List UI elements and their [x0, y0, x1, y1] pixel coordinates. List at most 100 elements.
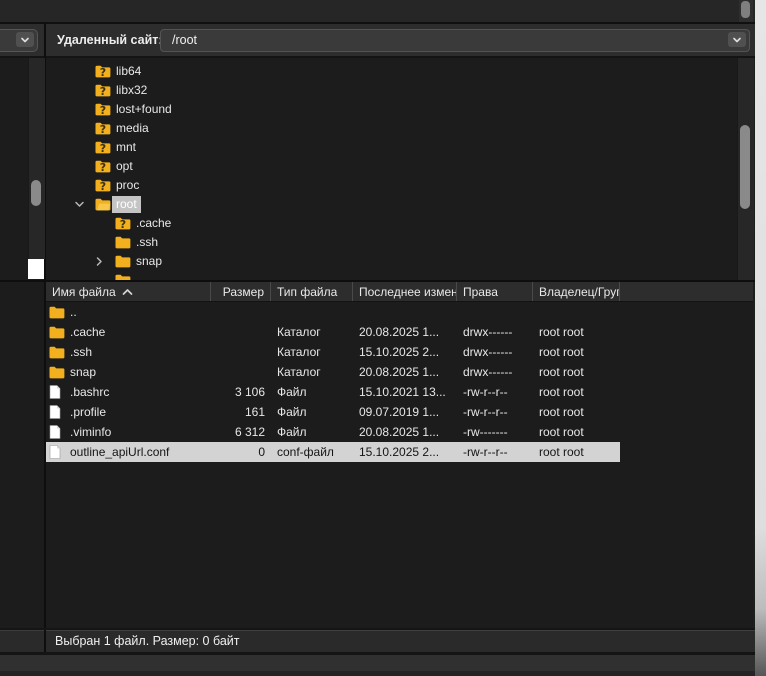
column-header-5[interactable]: Права	[457, 282, 533, 301]
remote-path-combobox[interactable]: /root	[160, 29, 750, 52]
chevron-down-icon	[732, 33, 742, 47]
selection-status-text: Выбран 1 файл. Размер: 0 байт	[55, 634, 240, 648]
folder-icon	[49, 305, 65, 319]
sort-ascending-icon	[122, 288, 133, 296]
file-name-cell: .ssh	[46, 345, 211, 359]
file-owner-cell: root root	[539, 365, 584, 379]
file-name-cell: .viminfo	[46, 425, 211, 439]
column-header-4[interactable]: Последнее измен	[353, 282, 457, 301]
file-row-outline_apiUrl.conf[interactable]: outline_apiUrl.conf 0 conf-файл 15.10.2025 …	[46, 442, 620, 462]
column-header-2[interactable]: Размер	[211, 282, 271, 301]
file-size-cell: 161	[244, 405, 265, 419]
file-row-.profile[interactable]: .profile 161 Файл 09.07.2019 1... -rw-r--r--…	[46, 402, 620, 422]
column-header-label: Имя файла	[52, 284, 116, 299]
local-tree-scrollbar[interactable]	[28, 58, 45, 259]
file-modified-cell: 20.08.2025 1...	[359, 425, 440, 439]
column-header-filler	[620, 282, 753, 301]
file-type-cell: Каталог	[277, 325, 321, 339]
file-perms-cell: drwx------	[463, 325, 513, 339]
file-size-cell: 6 312	[234, 425, 265, 439]
file-icon	[49, 385, 65, 399]
folder-question-icon: ?	[95, 84, 111, 98]
local-path-combobox-partial[interactable]	[0, 29, 38, 52]
svg-text:?: ?	[120, 218, 126, 230]
tree-item-mnt[interactable]: ? mnt	[46, 138, 753, 157]
file-row-snap[interactable]: snap Каталог 20.08.2025 1... drwx------ root…	[46, 362, 620, 382]
folder-question-icon: ?	[115, 217, 131, 231]
tree-item-proc[interactable]: ? proc	[46, 176, 753, 195]
tree-item-root[interactable]: root	[46, 195, 753, 214]
file-row-.ssh[interactable]: .ssh Каталог 15.10.2025 2... drwx------ root…	[46, 342, 620, 362]
file-type-cell: Файл	[277, 385, 307, 399]
tree-item-clipped[interactable]	[46, 271, 753, 280]
column-header-6[interactable]: Владелец/Груп	[533, 282, 620, 301]
file-perms-cell: -rw-r--r--	[463, 445, 508, 459]
remote-status-bar: Выбран 1 файл. Размер: 0 байт	[46, 630, 755, 653]
file-name-text: .profile	[70, 405, 107, 419]
file-modified-cell: 15.10.2025 2...	[359, 445, 440, 459]
column-header-3[interactable]: Тип файла	[271, 282, 353, 301]
file-icon	[49, 445, 65, 459]
file-name-text: ..	[70, 305, 77, 319]
tree-item-label: .cache	[136, 216, 172, 230]
tree-item-opt[interactable]: ? opt	[46, 157, 753, 176]
tree-item-label: libx32	[116, 83, 148, 97]
remote-directory-tree: ? lib64? libx32 ? lost+found? media? mnt? opt ? p…	[46, 58, 753, 280]
filezilla-remote-panel: Удаленный сайт: /root ? lib64? libx32 ? lost…	[0, 0, 766, 676]
tree-item-.ssh[interactable]: .ssh	[46, 233, 753, 252]
file-name-cell: .bashrc	[46, 385, 211, 399]
file-name-text: snap	[70, 365, 97, 379]
file-name-text: .cache	[70, 325, 106, 339]
chevron-right-icon[interactable]	[93, 256, 105, 268]
message-log-scrollbar-thumb[interactable]	[741, 1, 750, 18]
file-name-text: .ssh	[70, 345, 93, 359]
remote-site-label: Удаленный сайт:	[57, 33, 163, 47]
local-status-bar-partial	[0, 630, 44, 653]
file-name-cell: outline_apiUrl.conf	[46, 445, 211, 459]
folder-question-icon: ?	[95, 141, 111, 155]
column-header-label: Владелец/Груп	[539, 284, 620, 299]
file-modified-cell: 09.07.2019 1...	[359, 405, 440, 419]
column-header-1[interactable]: Имя файла	[46, 282, 211, 301]
file-name-cell: ..	[46, 305, 211, 319]
svg-text:?: ?	[100, 66, 106, 78]
tree-item-media[interactable]: ? media	[46, 119, 753, 138]
tree-item-snap[interactable]: snap	[46, 252, 753, 271]
svg-text:?: ?	[100, 180, 106, 192]
remote-path-dropdown-button[interactable]	[728, 32, 746, 47]
file-row-.viminfo[interactable]: .viminfo 6 312 Файл 20.08.2025 1... -rw-----…	[46, 422, 620, 442]
file-icon	[49, 425, 65, 439]
chevron-down-icon[interactable]	[73, 199, 85, 211]
svg-text:?: ?	[100, 123, 106, 135]
folder-icon	[49, 325, 65, 339]
file-perms-cell: drwx------	[463, 365, 513, 379]
tree-item-lib64[interactable]: ? lib64	[46, 62, 753, 81]
folder-question-icon: ?	[95, 160, 111, 174]
column-header-label: Права	[463, 284, 498, 299]
file-size-cell: 3 106	[234, 385, 265, 399]
file-owner-cell: root root	[539, 345, 584, 359]
folder-icon	[49, 345, 65, 359]
file-modified-cell: 15.10.2021 13...	[359, 385, 446, 399]
chevron-down-icon	[20, 33, 30, 47]
local-tree-scrollbar-thumb[interactable]	[31, 180, 41, 206]
file-type-cell: Файл	[277, 425, 307, 439]
file-row-.cache[interactable]: .cache Каталог 20.08.2025 1... drwx------ ro…	[46, 322, 620, 342]
tree-item-libx32[interactable]: ? libx32	[46, 81, 753, 100]
local-path-dropdown-button[interactable]	[16, 32, 34, 47]
column-header-label: Размер	[222, 284, 264, 299]
tree-item-label: media	[116, 121, 149, 135]
file-row-..[interactable]: ..	[46, 302, 620, 322]
file-row-.bashrc[interactable]: .bashrc 3 106 Файл 15.10.2021 13... -rw-r--r…	[46, 382, 620, 402]
file-name-text: outline_apiUrl.conf	[70, 445, 170, 459]
remote-tree-scrollbar-thumb[interactable]	[740, 125, 750, 209]
tree-item-label: mnt	[116, 140, 137, 154]
file-modified-cell: 15.10.2025 2...	[359, 345, 440, 359]
remote-file-list: Имя файла Размер Тип файла Последнее измен П…	[46, 282, 753, 628]
tree-item-lost+found[interactable]: ? lost+found	[46, 100, 753, 119]
file-name-cell: .cache	[46, 325, 211, 339]
tree-item-label: opt	[116, 159, 133, 173]
file-name-text: .bashrc	[70, 385, 110, 399]
tree-item-label: snap	[136, 254, 163, 268]
tree-item-.cache[interactable]: ? .cache	[46, 214, 753, 233]
